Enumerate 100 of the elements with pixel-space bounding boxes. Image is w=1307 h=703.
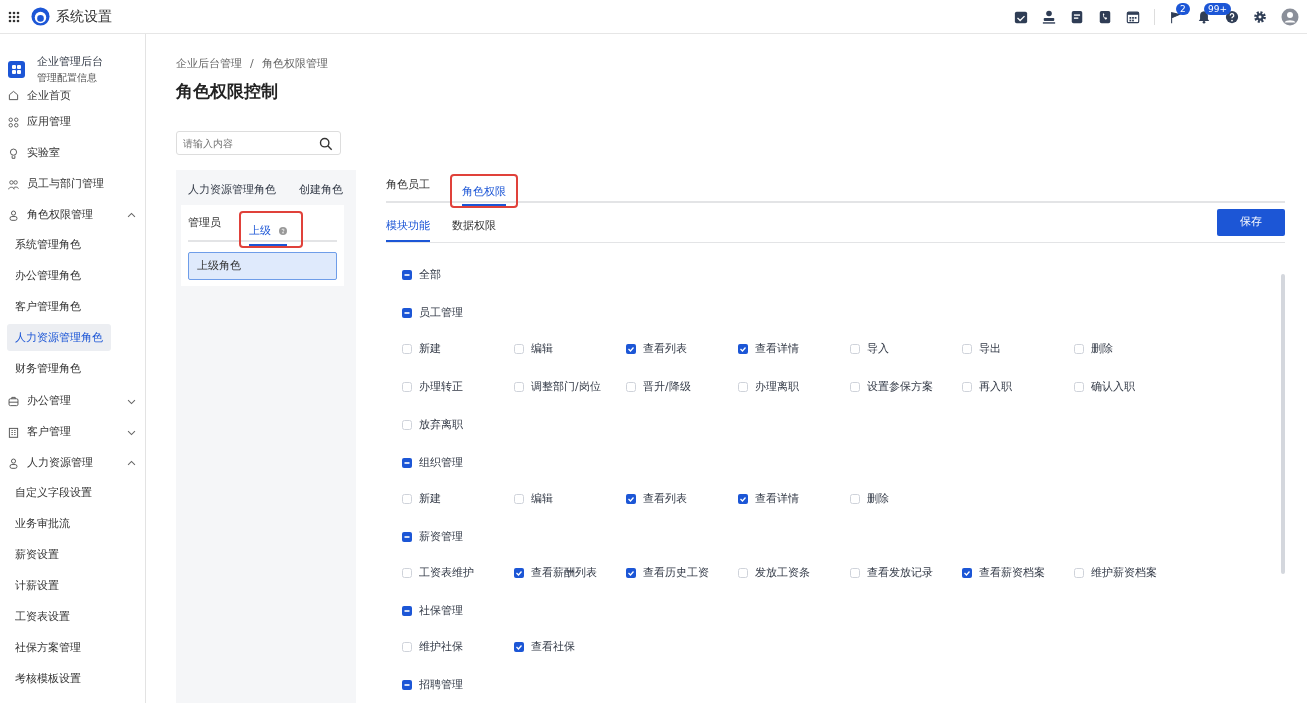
checkbox-label: 社保管理 [419,602,463,619]
sidebar-item[interactable]: 员工与部门管理 [0,168,145,200]
checkbox-label: 设置参保方案 [867,379,933,395]
scrollbar[interactable] [1281,274,1285,574]
checkbox[interactable] [738,344,748,354]
checkbox-label: 晋升/降级 [643,379,691,395]
checkbox[interactable] [402,606,412,616]
checkbox[interactable] [402,642,412,652]
checkbox-label: 查看详情 [755,491,799,507]
tab[interactable]: 管理员 [188,215,221,240]
sidebar-item[interactable]: 客户管理 [0,416,145,448]
checkbox-label: 调整部门/岗位 [531,379,601,395]
checkbox-label: 导入 [867,341,889,357]
checkbox-label: 查看列表 [643,341,687,357]
settings-icon [1253,9,1267,24]
checkbox[interactable] [626,568,636,578]
checkbox[interactable] [1074,382,1084,392]
sidebar-subitem[interactable]: 人力资源管理角色 [7,323,111,351]
checkbox[interactable] [738,494,748,504]
sidebar-subitem[interactable]: 考核模板设置 [7,664,89,692]
org-name: 企业管理后台 [37,54,103,70]
sidebar-subitem[interactable]: 业务审批流 [7,509,78,537]
sidebar-item[interactable]: 办公管理 [0,385,145,417]
checkbox[interactable] [402,568,412,578]
sidebar-subitem[interactable]: 自定义字段设置 [7,478,100,506]
home-icon [8,90,19,102]
checkbox[interactable] [402,344,412,354]
save-button[interactable]: 保存 [1217,209,1285,236]
checkbox[interactable] [962,382,972,392]
sidebar-subitem[interactable]: 计薪设置 [7,571,67,599]
sidebar-subitem[interactable]: 客户管理角色 [7,292,89,320]
checkbox[interactable] [962,568,972,578]
sidebar-subitem[interactable]: 办公管理角色 [7,261,89,289]
checkbox[interactable] [1074,344,1084,354]
checkbox[interactable] [1074,568,1084,578]
role-item[interactable]: 上级角色 [188,251,337,280]
briefcase-icon [8,395,19,407]
checkbox-label: 编辑 [531,341,553,357]
checkbox-label: 新建 [419,491,441,507]
checkbox[interactable] [514,642,524,652]
sidebar-subitem[interactable]: 系统管理角色 [7,230,89,258]
checkbox[interactable] [402,532,412,542]
notification-badge: 99+ [1204,2,1231,15]
checkbox[interactable] [738,382,748,392]
checkbox-label: 维护薪资档案 [1091,565,1157,581]
checkbox[interactable] [402,458,412,468]
app-grid-icon[interactable] [8,10,20,23]
sidebar-item[interactable]: 应用管理 [0,106,145,138]
checkbox[interactable] [514,568,524,578]
sidebar-item[interactable]: 企业首页 [0,84,145,107]
sidebar-item[interactable]: 角色权限管理 [0,199,145,231]
checkbox[interactable] [402,270,412,280]
tab[interactable]: 数据权限 [452,217,496,242]
tab[interactable]: 模块功能 [386,217,430,242]
checkbox-label: 全部 [419,266,441,283]
sidebar-item[interactable]: 实验室 [0,137,145,169]
search-field[interactable]: 请输入内容 [176,131,341,155]
panel-title: 人力资源管理角色 [188,182,276,198]
checkbox[interactable] [626,494,636,504]
checkbox-label: 查看详情 [755,341,799,357]
tab[interactable]: 角色员工 [386,176,430,201]
checkbox-label: 查看薪酬列表 [531,565,597,581]
checkbox[interactable] [402,680,412,690]
tab[interactable]: 上级 [249,223,287,246]
sidebar-item[interactable]: 人力资源管理 [0,447,145,479]
sidebar-subitem[interactable]: 财务管理角色 [7,354,89,382]
tab[interactable]: 角色权限 [462,183,506,206]
person-icon [8,457,19,469]
sidebar-subitem[interactable]: 社保方案管理 [7,633,89,661]
checkbox[interactable] [402,494,412,504]
document-icon [1070,9,1084,24]
create-role-link[interactable]: 创建角色 [299,182,343,199]
people-icon [8,178,19,190]
breadcrumb-link[interactable]: 角色权限管理 [261,56,328,73]
checkbox[interactable] [514,382,524,392]
checkbox[interactable] [514,344,524,354]
checkbox[interactable] [402,382,412,392]
checkbox[interactable] [626,344,636,354]
sidebar-subitem[interactable]: 工资表设置 [7,602,78,630]
checkbox[interactable] [850,494,860,504]
checkbox[interactable] [962,344,972,354]
checkbox[interactable] [402,420,412,430]
app-title: 系统设置 [56,7,112,26]
checkbox[interactable] [402,308,412,318]
checkbox[interactable] [850,344,860,354]
notification-badge: 2 [1176,2,1190,15]
org-logo-icon [8,60,25,78]
sidebar-subitem[interactable]: 薪资设置 [7,540,67,568]
checkbox[interactable] [514,494,524,504]
breadcrumb-link[interactable]: 企业后台管理 [176,56,242,73]
checkbox[interactable] [626,382,636,392]
checkbox-label: 再入职 [979,379,1012,395]
checkbox[interactable] [738,568,748,578]
checkbox-label: 发放工资条 [755,565,810,581]
checkbox-label: 删除 [867,491,889,507]
checkbox[interactable] [850,568,860,578]
checkbox-label: 导出 [979,341,1001,357]
checkbox[interactable] [850,382,860,392]
checkbox-label: 查看社保 [531,639,575,655]
stamp-icon [1042,9,1056,24]
